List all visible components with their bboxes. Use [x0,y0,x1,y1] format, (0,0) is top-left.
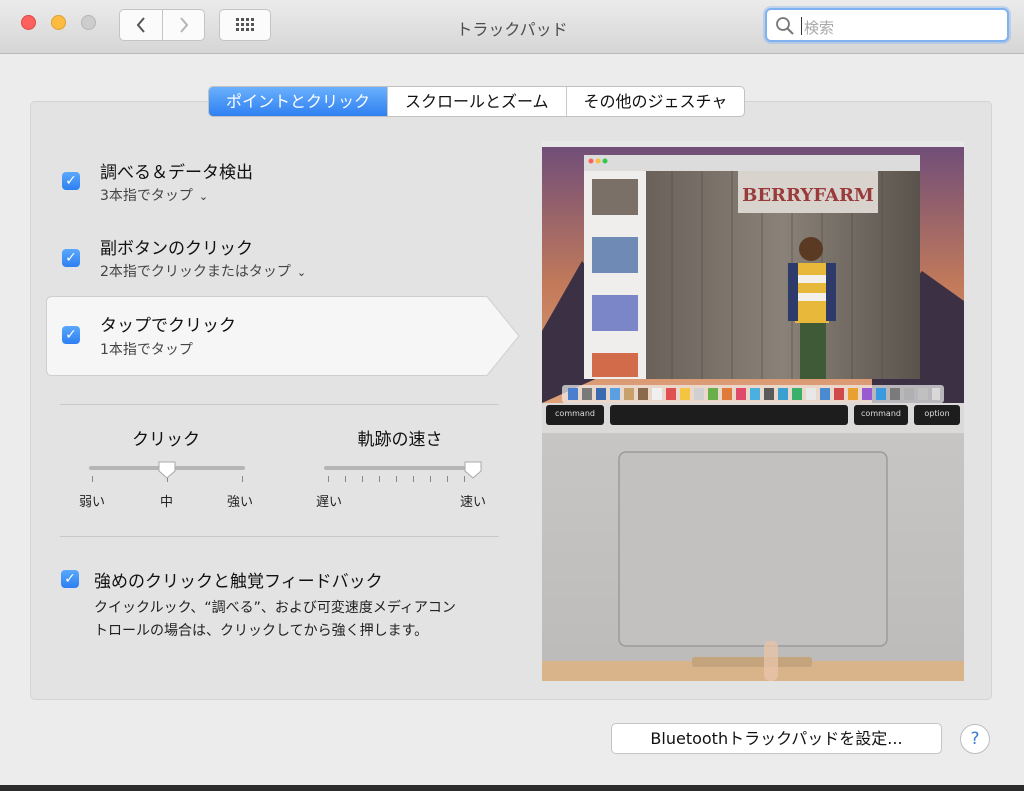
click-mid-label: 中 [160,495,174,510]
preview-key-command-right: command [861,409,901,418]
force-click-description-line1: クイックルック、“調べる”、および可変速度メディアコン [94,600,456,616]
slider-tick [345,476,346,482]
tap-to-click-title: タップでクリック [100,316,236,336]
slider-tick [362,476,363,482]
tracking-max-label: 速い [460,495,487,510]
system-preferences-window: トラックパッド 検索 ポイントとクリック スクロールとズーム その他のジェスチャ… [0,0,1024,785]
slider-tick [447,476,448,482]
tracking-speed-thumb[interactable] [463,460,483,480]
tab-point-and-click[interactable]: ポイントとクリック [209,87,388,116]
force-click-description-line2: トロールの場合は、クリックしてから強く押します。 [94,623,429,639]
selected-option-highlight [46,296,520,376]
divider [60,536,499,537]
force-click-description: クイックルック、“調べる”、および可変速度メディアコン トロールの場合は、クリッ… [94,597,514,643]
preview-illustration: BERRYFARM command command option [542,141,964,681]
slider-tick [242,476,243,482]
gesture-preview-video: BERRYFARM command command option [542,141,964,681]
click-max-label: 強い [227,495,254,510]
secondary-click-title: 副ボタンのクリック [100,239,253,259]
tap-to-click-subtitle: 1本指でタップ [100,342,193,358]
secondary-click-gesture-popup[interactable]: 2本指でクリックまたはタップ ⌄ [100,261,306,281]
tab-more-gestures[interactable]: その他のジェスチャ [565,87,745,116]
tap-to-click-checkbox[interactable]: ✓ [62,326,80,344]
title-bar: トラックパッド 検索 [0,0,1024,54]
tracking-min-label: 遅い [316,495,343,510]
lookup-title: 調べる＆データ検出 [100,163,253,183]
slider-tick [92,476,93,482]
preview-banner-text: BERRYFARM [742,185,874,206]
secondary-click-gesture-value: 2本指でクリックまたはタップ [100,264,291,280]
slider-tick [328,476,329,482]
help-button[interactable]: ? [960,724,990,754]
tracking-speed-track[interactable] [324,466,480,470]
search-field[interactable]: 検索 [765,8,1009,42]
slider-tick [396,476,397,482]
click-slider-label: クリック [132,430,200,450]
force-click-checkbox[interactable]: ✓ [61,570,79,588]
setup-bluetooth-trackpad-button[interactable]: Bluetoothトラックパッドを設定... [611,723,942,754]
slider-tick [430,476,431,482]
lookup-gesture-value: 3本指でタップ [100,188,193,204]
click-min-label: 弱い [79,495,106,510]
preview-key-option: option [924,409,949,418]
search-placeholder: 検索 [804,19,835,37]
lookup-gesture-popup[interactable]: 3本指でタップ ⌄ [100,185,208,205]
click-slider-thumb[interactable] [157,460,177,480]
preview-key-command-left: command [555,409,595,418]
search-icon [776,17,794,35]
slider-tick [413,476,414,482]
text-caret [801,17,802,35]
chevron-down-icon: ⌄ [296,265,307,279]
secondary-click-checkbox[interactable]: ✓ [62,249,80,267]
tab-scroll-and-zoom[interactable]: スクロールとズーム [387,87,566,116]
force-click-title: 強めのクリックと触覚フィードバック [94,572,383,592]
lookup-checkbox[interactable]: ✓ [62,172,80,190]
tracking-speed-label: 軌跡の速さ [357,430,443,450]
divider [60,404,499,405]
slider-tick [379,476,380,482]
tab-bar: ポイントとクリック スクロールとズーム その他のジェスチャ [208,86,746,117]
chevron-down-icon: ⌄ [198,189,209,203]
